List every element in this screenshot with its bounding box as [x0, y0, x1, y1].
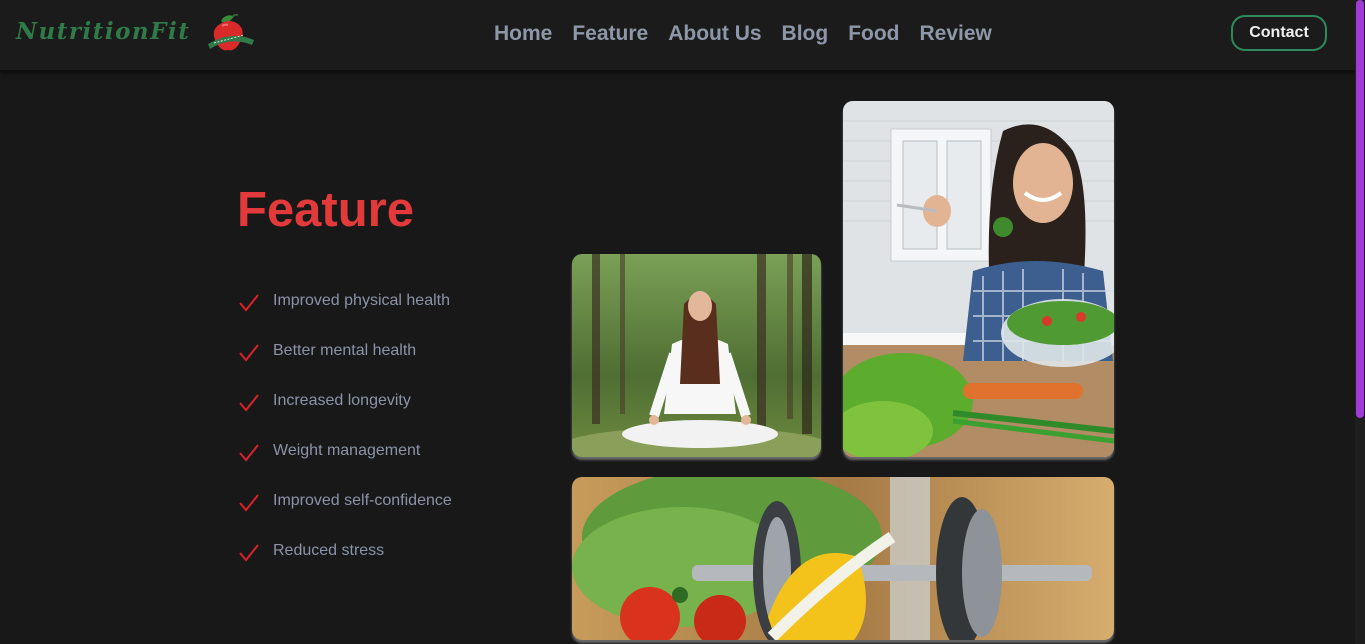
feature-title: Feature [237, 183, 415, 237]
checkmark-icon [239, 494, 259, 512]
feature-item-label: Weight management [273, 442, 421, 459]
checkmark-icon [239, 394, 259, 412]
nav-review[interactable]: Review [920, 22, 992, 46]
apple-logo-icon [208, 14, 254, 51]
page-scrollbar[interactable] [1355, 0, 1365, 644]
feature-list: Improved physical health Better mental h… [238, 288, 452, 588]
checkmark-icon [239, 294, 259, 312]
checkmark-icon [239, 444, 259, 462]
feature-item: Weight management [238, 438, 452, 488]
nav-food[interactable]: Food [848, 22, 899, 46]
navbar: NutritionFit Home Feature About Us Blog … [0, 0, 1355, 71]
checkmark-icon [239, 344, 259, 362]
meditation-photo [572, 254, 821, 457]
nav-feature[interactable]: Feature [572, 22, 648, 46]
healthy-eating-photo [843, 101, 1114, 457]
feature-item-label: Improved physical health [273, 292, 450, 309]
feature-item: Improved self-confidence [238, 488, 452, 538]
nav-home[interactable]: Home [494, 22, 552, 46]
feature-item-label: Increased longevity [273, 392, 411, 409]
main-nav: Home Feature About Us Blog Food Review [494, 22, 992, 46]
feature-item-label: Improved self-confidence [273, 492, 452, 509]
brand-name: NutritionFit [16, 18, 191, 45]
feature-item-label: Reduced stress [273, 542, 385, 559]
nav-blog[interactable]: Blog [782, 22, 829, 46]
nav-about-us[interactable]: About Us [668, 22, 761, 46]
fitness-food-photo [572, 477, 1114, 640]
feature-item: Reduced stress [238, 538, 452, 588]
feature-item: Better mental health [238, 338, 452, 388]
contact-button[interactable]: Contact [1231, 15, 1327, 51]
feature-item: Improved physical health [238, 288, 452, 338]
feature-item: Increased longevity [238, 388, 452, 438]
feature-item-label: Better mental health [273, 342, 417, 359]
checkmark-icon [239, 544, 259, 562]
scrollbar-thumb[interactable] [1356, 0, 1364, 418]
